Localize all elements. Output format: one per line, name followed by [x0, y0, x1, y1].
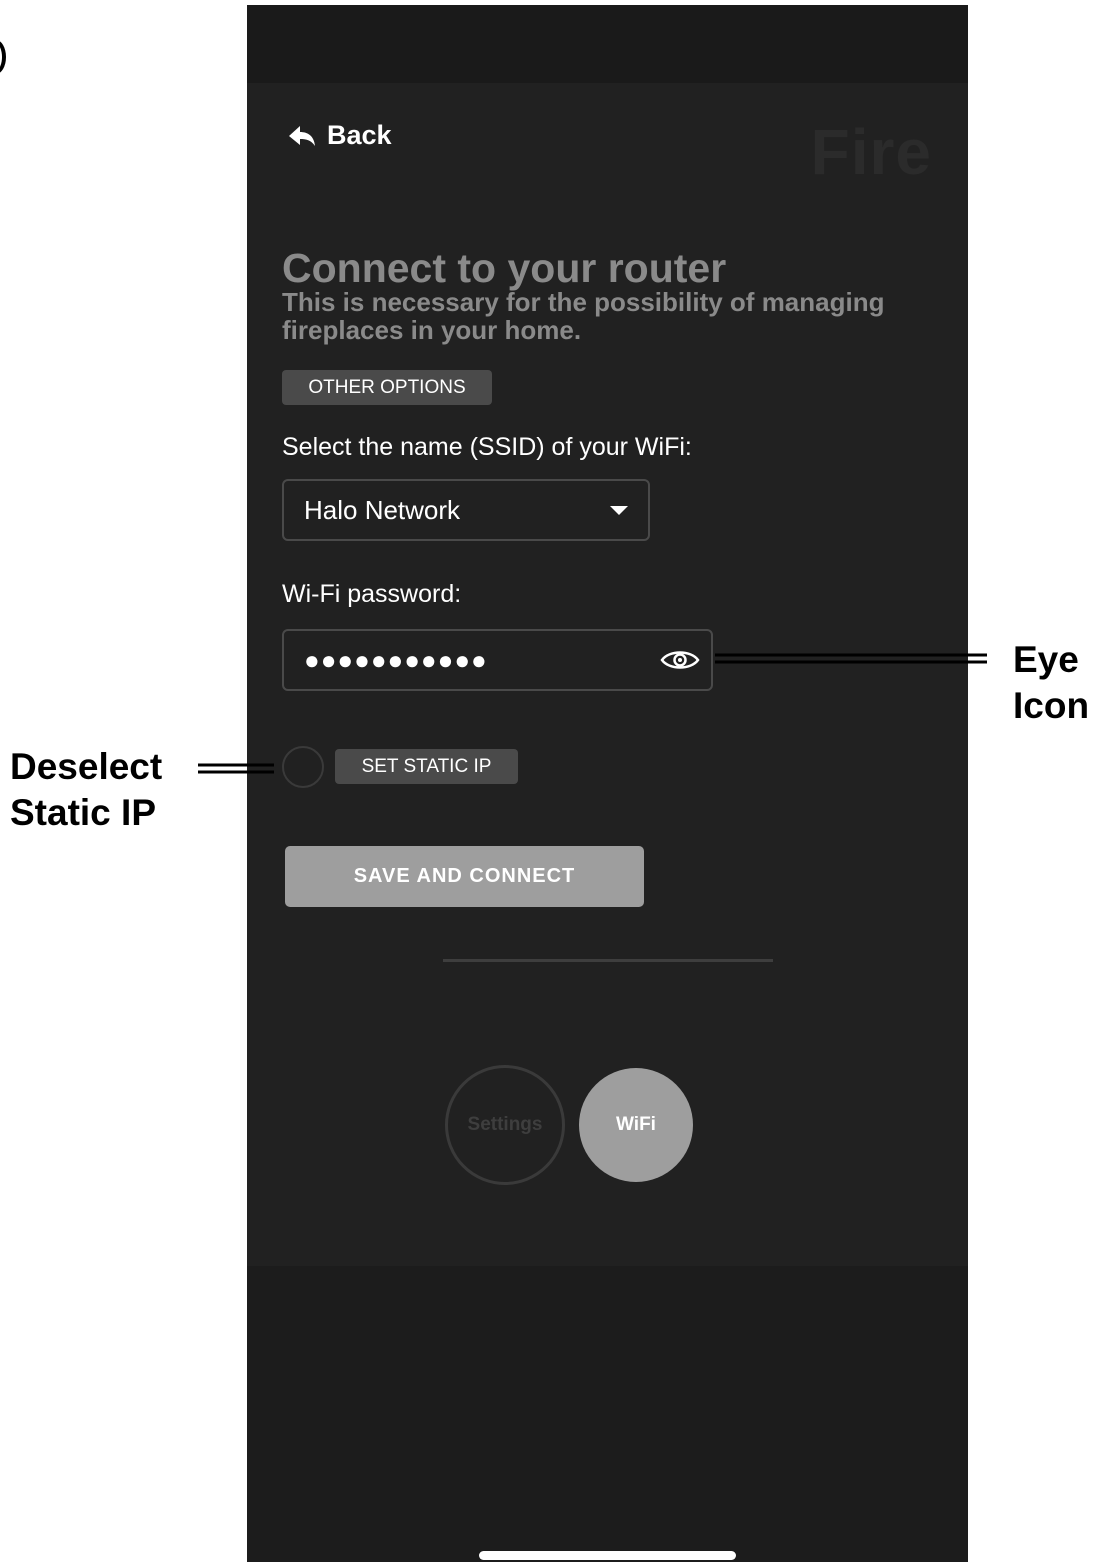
nav-wifi-button[interactable]: WiFi	[579, 1068, 693, 1182]
eye-icon[interactable]	[659, 647, 701, 673]
static-ip-radio[interactable]	[282, 746, 324, 788]
page-title: Connect to your router	[282, 245, 727, 291]
save-and-connect-button[interactable]: SAVE AND CONNECT	[285, 846, 644, 907]
back-label: Back	[327, 120, 392, 150]
bottom-area	[247, 1266, 968, 1562]
password-label: Wi-Fi password:	[282, 580, 462, 608]
static-ip-button[interactable]: SET STATIC IP	[335, 749, 518, 784]
cropped-annotation-mark	[0, 40, 6, 74]
other-options-button[interactable]: OTHER OPTIONS	[282, 370, 492, 405]
page-subtitle: This is necessary for the possibility of…	[282, 287, 885, 345]
static-annotation-text: Deselect Static IP	[10, 746, 163, 833]
divider	[443, 959, 773, 962]
eye-annotation-line	[715, 653, 987, 664]
chevron-down-icon	[610, 505, 628, 515]
eye-annotation-text: Eye Icon	[1013, 639, 1090, 726]
nav-settings-button[interactable]: Settings	[445, 1065, 565, 1185]
phone-screen: Back Fire Connect to your router This is…	[247, 5, 968, 1562]
back-button[interactable]: Back	[287, 120, 392, 151]
password-value: ●●●●●●●●●●●	[304, 644, 488, 675]
password-field[interactable]: ●●●●●●●●●●●	[282, 629, 713, 691]
back-arrow-icon	[289, 125, 315, 146]
nav-settings-label: Settings	[467, 1114, 543, 1135]
ssid-value: Halo Network	[304, 494, 461, 525]
static-annotation-line	[198, 763, 274, 774]
nav-wifi-label: WiFi	[616, 1114, 656, 1135]
ssid-label: Select the name (SSID) of your WiFi:	[282, 433, 692, 461]
home-indicator	[479, 1551, 736, 1560]
brand-title: Fire	[810, 116, 932, 188]
ssid-select[interactable]: Halo Network	[282, 479, 650, 541]
status-bar	[247, 5, 968, 83]
